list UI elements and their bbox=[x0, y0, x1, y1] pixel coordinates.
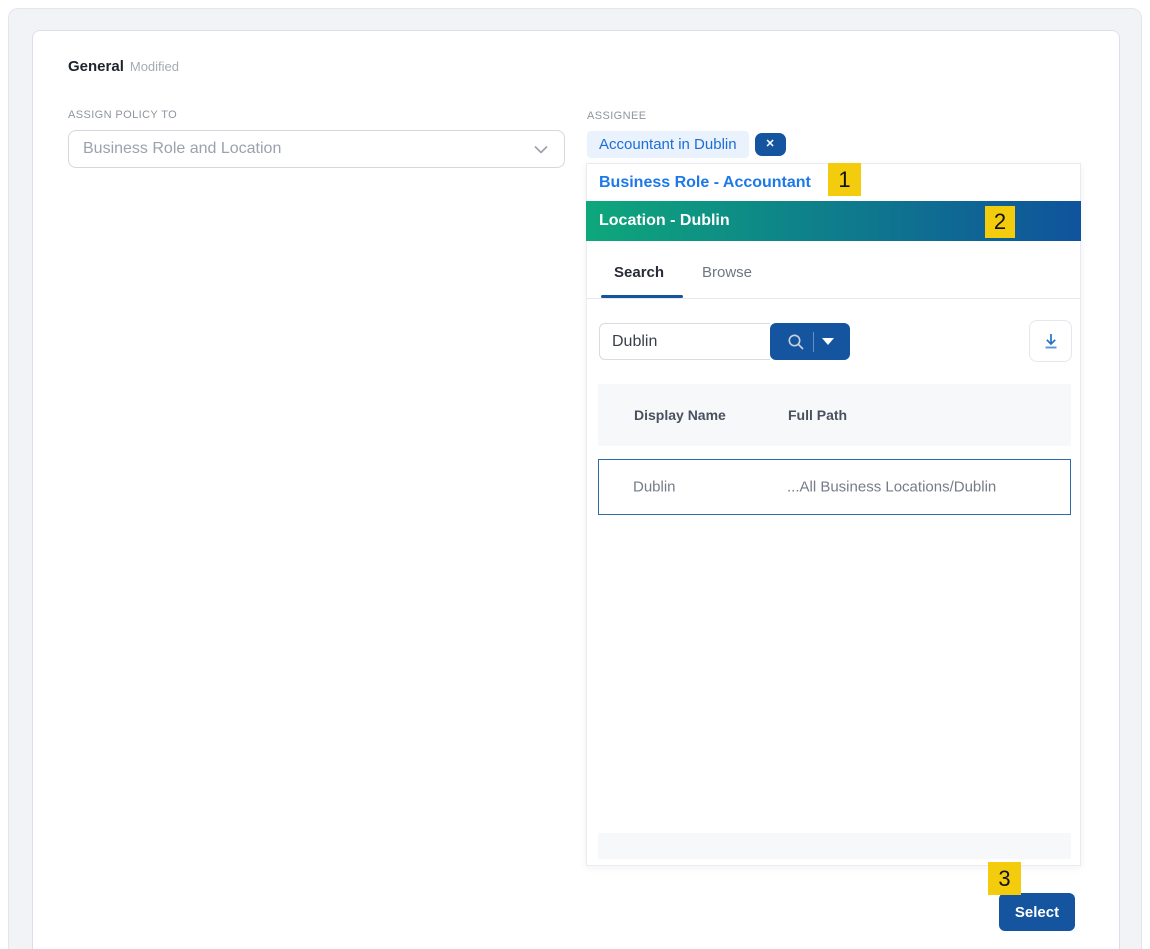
caret-down-icon[interactable] bbox=[822, 338, 834, 345]
modified-status: Modified bbox=[130, 59, 179, 74]
panel-footer-bar bbox=[598, 833, 1071, 859]
tab-search[interactable]: Search bbox=[614, 264, 664, 281]
search-input[interactable] bbox=[599, 323, 770, 360]
location-header-label: Location - Dublin bbox=[599, 212, 730, 230]
download-button[interactable] bbox=[1029, 320, 1072, 362]
assignee-label: ASSIGNEE bbox=[587, 110, 646, 122]
column-header-display-name: Display Name bbox=[634, 407, 726, 423]
search-button[interactable] bbox=[770, 323, 850, 360]
assign-policy-select[interactable]: Business Role and Location bbox=[68, 130, 565, 168]
results-table-header: Display Name Full Path bbox=[598, 384, 1071, 446]
section-title-text: General bbox=[68, 58, 124, 75]
tabs-divider bbox=[587, 298, 1080, 299]
chip-remove-button[interactable]: ✕ bbox=[755, 133, 786, 156]
select-button[interactable]: Select bbox=[999, 893, 1075, 931]
annotation-badge-1: 1 bbox=[828, 163, 861, 196]
column-header-full-path: Full Path bbox=[788, 407, 847, 423]
assignee-picker-panel: Business Role - Accountant Location - Du… bbox=[586, 163, 1081, 866]
assign-policy-value: Business Role and Location bbox=[83, 140, 534, 158]
assign-policy-label: ASSIGN POLICY TO bbox=[68, 109, 177, 121]
assignee-chip[interactable]: Accountant in Dublin bbox=[587, 131, 749, 158]
x-icon: ✕ bbox=[765, 139, 774, 150]
button-separator bbox=[813, 332, 814, 352]
table-row[interactable]: Dublin ...All Business Locations/Dublin bbox=[598, 459, 1071, 515]
assignee-chip-row: Accountant in Dublin ✕ bbox=[587, 131, 786, 158]
tab-browse[interactable]: Browse bbox=[702, 264, 752, 281]
annotation-badge-3: 3 bbox=[988, 862, 1021, 895]
screen: General Modified ASSIGN POLICY TO Busines… bbox=[0, 0, 1150, 949]
cell-full-path: ...All Business Locations/Dublin bbox=[787, 479, 996, 496]
picker-tabs: Search Browse bbox=[587, 264, 1080, 298]
magnifier-icon bbox=[787, 333, 805, 351]
chevron-down-icon bbox=[534, 145, 548, 154]
cell-display-name: Dublin bbox=[633, 479, 676, 496]
annotation-badge-2: 2 bbox=[985, 206, 1015, 238]
download-icon bbox=[1041, 331, 1061, 351]
business-role-header-label: Business Role - Accountant bbox=[599, 174, 811, 192]
section-title: General Modified bbox=[68, 58, 179, 75]
